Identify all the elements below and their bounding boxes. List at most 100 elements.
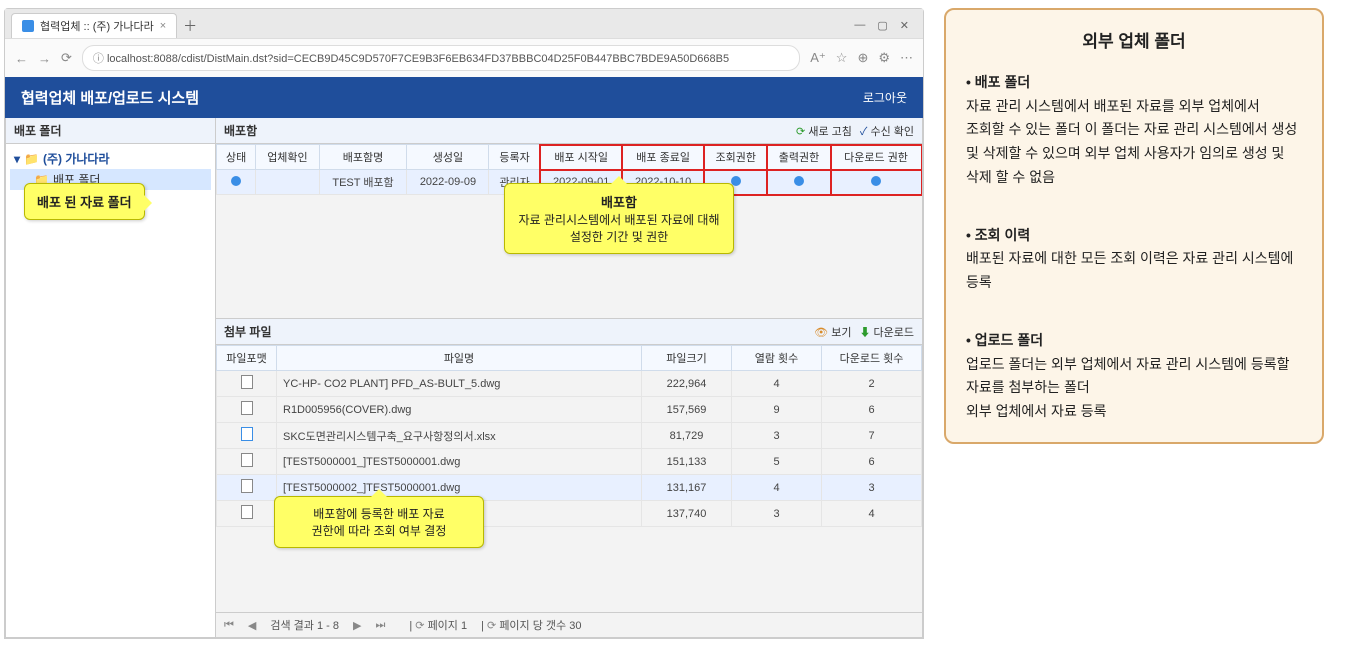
refresh-button[interactable]: ⟳ 새로 고침	[796, 123, 852, 139]
col-start[interactable]: 배포 시작일	[540, 145, 622, 170]
file-dls-cell: 3	[822, 475, 922, 501]
file-icon	[241, 427, 253, 441]
file-size-cell: 131,167	[642, 475, 732, 501]
settings-icon[interactable]: ⚙	[878, 50, 890, 66]
file-views-cell: 3	[732, 501, 822, 527]
file-dls-cell: 6	[822, 449, 922, 475]
pager: ⏮ ◀ 검색 결과 1 - 8 ▶ ⏭ | ⟳ 페이지 1 | ⟳ 페이지 당 …	[216, 612, 922, 637]
tree-root[interactable]: ▾ 📁 (주) 가나다라	[10, 148, 211, 169]
refresh-icon: ⟳	[796, 126, 805, 138]
address-bar: ← → ⟳ ⓘ localhost:8088/cdist/DistMain.ds…	[5, 38, 923, 77]
file-icon	[241, 453, 253, 467]
col-print[interactable]: 출력권한	[767, 145, 830, 170]
file-size-cell: 222,964	[642, 371, 732, 397]
reload-icon[interactable]: ⟳	[61, 50, 72, 66]
col-status[interactable]: 상태	[217, 145, 256, 170]
file-icon	[241, 401, 253, 415]
perm-dot-icon	[794, 176, 804, 186]
download-button[interactable]: ⬇ 다운로드	[859, 324, 914, 340]
read-aloud-icon[interactable]: A⁺	[810, 50, 826, 66]
file-name-cell: [TEST5000001_]TEST5000001.dwg	[277, 449, 642, 475]
pager-reload-icon[interactable]: ⟳	[415, 620, 424, 632]
browser-tab[interactable]: 협력업체 :: (주) 가나다라 ×	[11, 13, 177, 38]
file-dls-cell: 2	[822, 371, 922, 397]
col-download[interactable]: 다운로드 권한	[831, 145, 922, 170]
col-created[interactable]: 생성일	[407, 145, 489, 170]
col-views[interactable]: 열람 횟수	[732, 346, 822, 371]
attach-header-row: 파일포맷 파일명 파일크기 열람 횟수 다운로드 횟수	[217, 346, 922, 371]
confirm-button[interactable]: ✓ 수신 확인	[860, 123, 914, 139]
app-title: 협력업체 배포/업로드 시스템	[21, 87, 199, 108]
col-size[interactable]: 파일크기	[642, 346, 732, 371]
url-text: localhost:8088/cdist/DistMain.dst?sid=CE…	[107, 53, 729, 65]
callout-text: 배포함에 등록한 배포 자료 권한에 따라 조회 여부 결정	[287, 505, 471, 539]
callout-text: 배포 된 자료 폴더	[37, 195, 132, 210]
download-icon: ⬇	[859, 327, 870, 339]
callout-body: 자료 관리시스템에서 배포된 자료에 대해 설정한 기간 및 권한	[517, 211, 721, 245]
col-registrar[interactable]: 등록자	[489, 145, 540, 170]
callout-attach: 배포함에 등록한 배포 자료 권한에 따라 조회 여부 결정	[274, 496, 484, 548]
file-size-cell: 157,569	[642, 397, 732, 423]
info-s3-body: 업로드 폴더는 외부 업체에서 자료 관리 시스템에 등록할 자료를 첨부하는 …	[966, 353, 1302, 424]
info-s2-body: 배포된 자료에 대한 모든 조회 이력은 자료 관리 시스템에 등록	[966, 247, 1302, 295]
file-name-cell: R1D005956(COVER).dwg	[277, 397, 642, 423]
info-s1-title: • 배포 폴더	[966, 71, 1302, 95]
minimize-icon[interactable]: —	[854, 19, 865, 32]
pager-reload2-icon[interactable]: ⟳	[487, 620, 496, 632]
pager-page: 페이지 1	[428, 620, 468, 632]
file-format-cell	[217, 371, 277, 397]
root-label: (주) 가나다라	[43, 150, 110, 167]
favicon-icon	[22, 20, 34, 32]
close-window-icon[interactable]: ✕	[900, 19, 909, 32]
file-icon	[241, 479, 253, 493]
window-controls: — ▢ ✕	[854, 19, 917, 32]
col-confirm[interactable]: 업체확인	[256, 145, 319, 170]
info-s3-title: • 업로드 폴더	[966, 329, 1302, 353]
attach-row[interactable]: SKC도면관리시스템구축_요구사항정의서.xlsx81,72937	[217, 423, 922, 449]
maximize-icon[interactable]: ▢	[877, 19, 887, 32]
favorite-icon[interactable]: ☆	[836, 50, 848, 66]
file-size-cell: 151,133	[642, 449, 732, 475]
file-icon	[241, 375, 253, 389]
file-views-cell: 4	[732, 371, 822, 397]
pager-next-icon[interactable]: ▶	[353, 619, 361, 632]
perm-dot-icon	[871, 176, 881, 186]
check-icon: ✓	[860, 126, 868, 138]
callout-title: 배포함	[517, 192, 721, 211]
col-filename[interactable]: 파일명	[277, 346, 642, 371]
file-icon	[241, 505, 253, 519]
logout-link[interactable]: 로그아웃	[863, 89, 907, 106]
col-view[interactable]: 조회권한	[704, 145, 767, 170]
folder-icon: 📁	[24, 152, 39, 166]
close-tab-icon[interactable]: ×	[160, 20, 166, 32]
new-tab-button[interactable]: ＋	[183, 16, 197, 36]
attach-row[interactable]: [TEST5000001_]TEST5000001.dwg151,13356	[217, 449, 922, 475]
expand-icon[interactable]: ▾	[14, 152, 20, 166]
pager-prev-icon[interactable]: ◀	[248, 619, 256, 632]
view-button[interactable]: 👁 보기	[814, 324, 851, 340]
pager-total: 페이지 당 갯수 30	[499, 620, 581, 632]
info-s1-body: 자료 관리 시스템에서 배포된 자료를 외부 업체에서 조회할 수 있는 폴더 …	[966, 95, 1302, 190]
col-end[interactable]: 배포 종료일	[622, 145, 704, 170]
status-dot-icon	[231, 176, 241, 186]
attach-row[interactable]: R1D005956(COVER).dwg157,56996	[217, 397, 922, 423]
back-icon[interactable]: ←	[15, 51, 28, 66]
menu-icon[interactable]: ⋯	[900, 50, 913, 66]
tab-title: 협력업체 :: (주) 가나다라	[40, 18, 154, 34]
sidebar-title: 배포 폴더	[6, 118, 215, 144]
dist-panel-header: 배포함 ⟳ 새로 고침 ✓ 수신 확인	[216, 118, 922, 144]
url-input[interactable]: ⓘ localhost:8088/cdist/DistMain.dst?sid=…	[82, 45, 800, 71]
col-dls[interactable]: 다운로드 횟수	[822, 346, 922, 371]
pager-last-icon[interactable]: ⏭	[375, 619, 385, 632]
file-dls-cell: 6	[822, 397, 922, 423]
attach-row[interactable]: YC-HP- CO2 PLANT] PFD_AS-BULT_5.dwg222,9…	[217, 371, 922, 397]
pager-range: 검색 결과 1 - 8	[270, 617, 339, 633]
file-views-cell: 9	[732, 397, 822, 423]
file-format-cell	[217, 423, 277, 449]
collections-icon[interactable]: ⊕	[857, 50, 868, 66]
forward-icon[interactable]: →	[38, 51, 51, 66]
col-name[interactable]: 배포함명	[319, 145, 407, 170]
eye-icon: 👁	[814, 327, 828, 339]
pager-first-icon[interactable]: ⏮	[224, 619, 234, 632]
col-format[interactable]: 파일포맷	[217, 346, 277, 371]
